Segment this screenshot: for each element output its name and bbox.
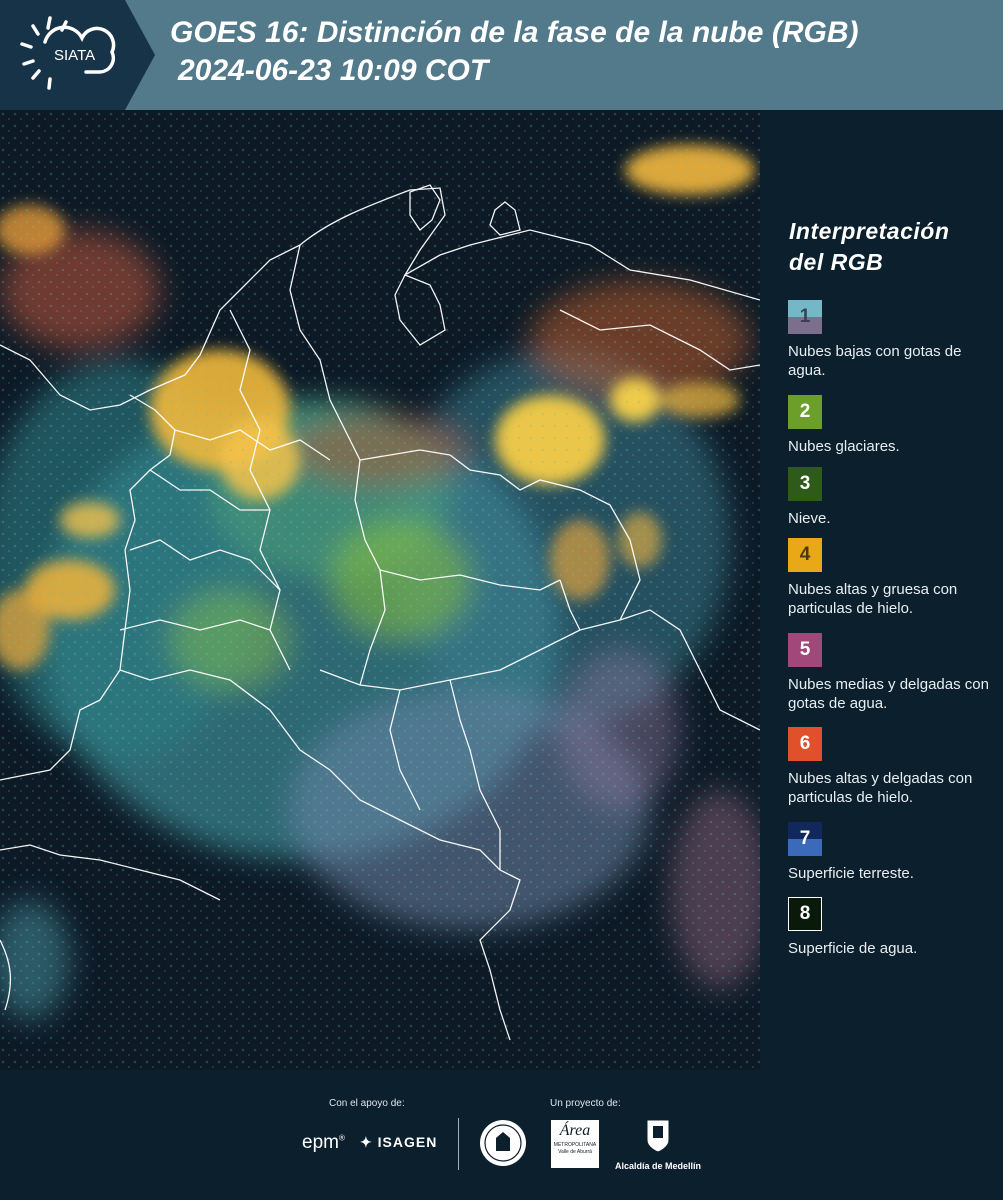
legend-number: 1 — [799, 306, 811, 327]
seal-icon — [478, 1118, 528, 1168]
legend-number: 4 — [799, 544, 811, 565]
legend-label: Superficie de agua. — [788, 940, 918, 957]
legend-title-line-1: Interpretación — [789, 218, 950, 244]
legend-label: Nubes altas y gruesa con particulas de h… — [788, 581, 958, 617]
legend-item-4: 4 Nubes altas y gruesa con particulas de … — [788, 538, 998, 618]
siata-logo: SIATA — [0, 0, 155, 110]
legend-item-2: 2 Nubes glaciares. — [788, 395, 998, 456]
legend-label: Nubes medias y delgadas con gotas de agu… — [788, 676, 989, 712]
legend-item-1: 1 Nubes bajas con gotas de agua. — [788, 300, 998, 380]
legend-swatch-7: 7 — [788, 822, 822, 856]
epm-logo: epm® — [302, 1132, 345, 1153]
area-logo-name: Área — [559, 1122, 591, 1139]
legend-number: 2 — [799, 401, 811, 422]
title-line-2: 2024-06-23 10:09 COT — [178, 54, 489, 87]
isagen-logo-text: ISAGEN — [377, 1134, 438, 1150]
support-label: Con el apoyo de: — [329, 1098, 405, 1109]
legend-swatch-1: 1 — [788, 300, 822, 334]
footer: Con el apoyo de: Un proyecto de: epm® ✦ … — [0, 1070, 1003, 1200]
area-logo-sub2: Valle de Aburrá — [558, 1149, 592, 1155]
legend-swatch-4: 4 — [788, 538, 822, 572]
footer-divider — [458, 1118, 459, 1170]
legend-label: Superficie terreste. — [788, 865, 914, 882]
legend-number: 5 — [799, 639, 811, 660]
alcaldia-logo: Alcaldía de Medellín — [612, 1118, 704, 1171]
alcaldia-shield-icon — [646, 1119, 670, 1153]
alcaldia-text: Alcaldía de Medellín — [614, 1161, 702, 1171]
legend-number: 7 — [799, 828, 811, 849]
title-line-1: GOES 16: Distinción de la fase de la nub… — [170, 16, 859, 49]
legend-item-7: 7 Superficie terreste. — [788, 822, 998, 883]
area-logo-sub1: METROPOLITANA — [553, 1142, 597, 1148]
legend-number: 3 — [799, 473, 811, 494]
page-title: GOES 16: Distinción de la fase de la nub… — [170, 14, 858, 90]
area-metropolitana-logo: Área METROPOLITANA Valle de Aburrá — [551, 1120, 599, 1168]
legend-title-line-2: del RGB — [789, 249, 884, 275]
legend-panel: Interpretación del RGB 1 Nubes bajas con … — [760, 110, 1003, 1070]
legend-number: 8 — [799, 903, 811, 924]
siata-logo-text: SIATA — [54, 47, 95, 64]
legend-label: Nubes glaciares. — [788, 438, 900, 455]
legend-item-3: 3 Nieve. — [788, 467, 998, 528]
epm-logo-text: epm — [302, 1132, 339, 1153]
project-label: Un proyecto de: — [550, 1098, 621, 1109]
satellite-map — [0, 110, 760, 1070]
legend-title: Interpretación del RGB — [789, 216, 949, 278]
isagen-logo: ✦ ISAGEN — [360, 1134, 437, 1151]
legend-swatch-6: 6 — [788, 727, 822, 761]
legend-item-6: 6 Nubes altas y delgadas con particulas d… — [788, 727, 998, 807]
legend-item-5: 5 Nubes medias y delgadas con gotas de ag… — [788, 633, 998, 713]
legend-number: 6 — [799, 733, 811, 754]
legend-label: Nubes bajas con gotas de agua. — [788, 343, 962, 379]
legend-item-8: 8 Superficie de agua. — [788, 897, 998, 958]
legend-label: Nubes altas y delgadas con particulas de… — [788, 770, 973, 806]
isagen-icon: ✦ — [360, 1134, 373, 1150]
legend-swatch-8: 8 — [788, 897, 822, 931]
legend-label: Nieve. — [788, 510, 831, 527]
legend-swatch-5: 5 — [788, 633, 822, 667]
legend-swatch-2: 2 — [788, 395, 822, 429]
header-bar: SIATA GOES 16: Distinción de la fase de … — [0, 0, 1003, 110]
legend-swatch-3: 3 — [788, 467, 822, 501]
